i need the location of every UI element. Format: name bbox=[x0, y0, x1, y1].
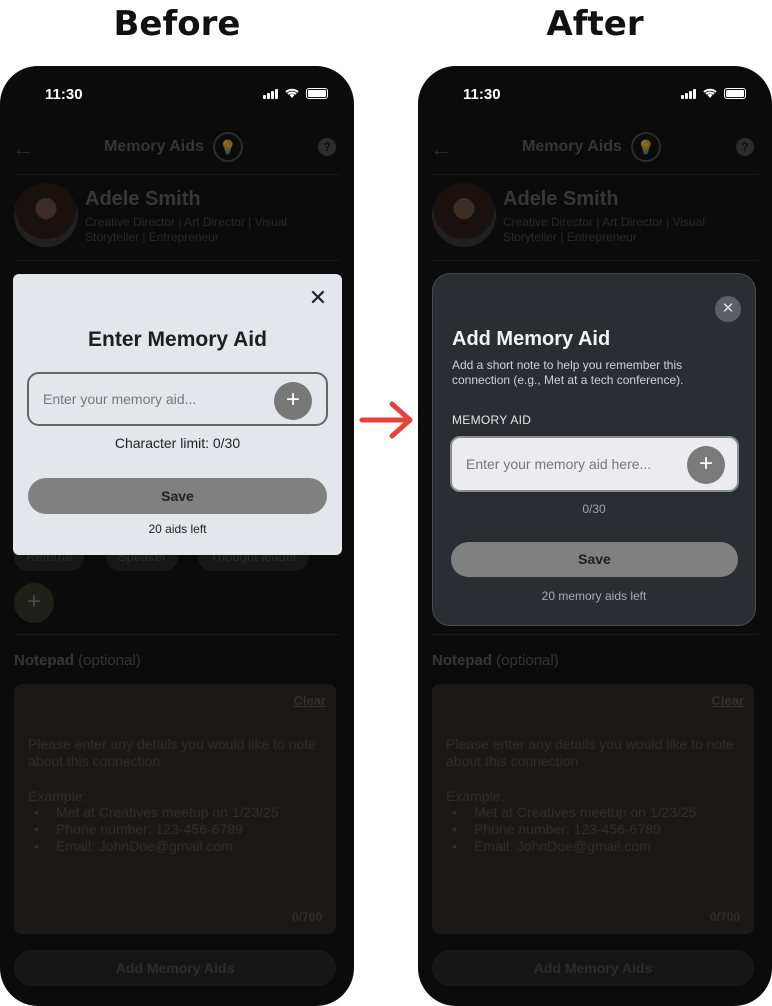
nav-title: Memory Aids bbox=[522, 138, 622, 155]
memory-aid-input[interactable]: Enter your memory aid... + bbox=[27, 372, 328, 426]
add-icon[interactable]: + bbox=[274, 382, 312, 420]
wifi-icon bbox=[703, 88, 717, 98]
input-placeholder: Enter your memory aid... bbox=[43, 391, 197, 407]
lightbulb-icon: 💡 bbox=[213, 132, 243, 162]
help-icon[interactable]: ? bbox=[736, 138, 754, 156]
add-memory-aids-button[interactable]: Add Memory Aids bbox=[432, 950, 754, 986]
profile-name: Adele Smith bbox=[503, 188, 619, 210]
memory-aid-modal-after: ✕ Add Memory Aid Add a short note to hel… bbox=[432, 273, 756, 626]
modal-title: Enter Memory Aid bbox=[88, 328, 267, 351]
back-arrow-icon[interactable]: ← bbox=[430, 136, 452, 162]
profile-title: Creative Director | Art Director | Visua… bbox=[85, 215, 288, 244]
notepad-example-label: Example: bbox=[28, 788, 87, 804]
status-time: 11:30 bbox=[463, 86, 501, 103]
phone-before: 11:30 ← Memory Aids 💡 ? Adele Smith Crea… bbox=[0, 66, 354, 1006]
notepad-bullets: Met at Creatives meetup on 1/23/25 Phone… bbox=[446, 804, 697, 855]
help-icon[interactable]: ? bbox=[318, 138, 336, 156]
character-count: 0/30 bbox=[582, 502, 606, 516]
before-heading: Before bbox=[113, 4, 241, 44]
input-placeholder: Enter your memory aid here... bbox=[466, 456, 652, 472]
notepad-label: Notepad (optional) bbox=[14, 652, 141, 669]
list-item: Met at Creatives meetup on 1/23/25 bbox=[28, 804, 279, 821]
notepad-placeholder: Please enter any details you would like … bbox=[28, 736, 316, 769]
cellular-signal-icon bbox=[263, 88, 278, 99]
modal-title: Add Memory Aid bbox=[452, 328, 611, 350]
memory-aid-input[interactable]: Enter your memory aid here... + bbox=[450, 436, 739, 492]
list-item: Met at Creatives meetup on 1/23/25 bbox=[446, 804, 697, 821]
notepad-optional: (optional) bbox=[496, 652, 559, 669]
notepad-bullets: Met at Creatives meetup on 1/23/25 Phone… bbox=[28, 804, 279, 855]
back-arrow-icon[interactable]: ← bbox=[12, 136, 34, 162]
notepad-label: Notepad (optional) bbox=[432, 652, 559, 669]
divider bbox=[432, 260, 758, 261]
nav-bar: ← Memory Aids 💡 ? bbox=[418, 132, 772, 162]
list-item: Email: JohnDoe@gmail.com bbox=[446, 838, 697, 855]
nav-bar: ← Memory Aids 💡 ? bbox=[0, 132, 354, 162]
list-item: Phone number: 123-456-6789 bbox=[446, 821, 697, 838]
clear-link[interactable]: Clear bbox=[293, 693, 326, 708]
close-icon[interactable]: ✕ bbox=[715, 296, 741, 322]
lightbulb-icon: 💡 bbox=[631, 132, 661, 162]
arrow-right-icon bbox=[359, 401, 413, 439]
memory-aid-field-label: MEMORY AID bbox=[452, 413, 532, 427]
save-button[interactable]: Save bbox=[28, 478, 327, 514]
divider bbox=[432, 634, 758, 635]
status-time: 11:30 bbox=[45, 86, 83, 103]
close-icon[interactable]: ✕ bbox=[308, 287, 328, 309]
notepad-label-text: Notepad bbox=[14, 652, 74, 669]
divider bbox=[14, 634, 340, 635]
cellular-signal-icon bbox=[681, 88, 696, 99]
notepad-optional: (optional) bbox=[78, 652, 141, 669]
add-memory-aids-button[interactable]: Add Memory Aids bbox=[14, 950, 336, 986]
save-button[interactable]: Save bbox=[451, 542, 738, 577]
modal-description: Add a short note to help you remember th… bbox=[452, 358, 684, 387]
avatar bbox=[432, 183, 496, 247]
after-heading: After bbox=[546, 4, 644, 44]
character-limit: Character limit: 0/30 bbox=[114, 435, 241, 451]
notepad-textarea[interactable]: Clear Please enter any details you would… bbox=[14, 684, 336, 934]
add-icon[interactable]: + bbox=[687, 446, 725, 484]
notepad-textarea[interactable]: Clear Please enter any details you would… bbox=[432, 684, 754, 934]
add-tag-button[interactable]: + bbox=[14, 583, 54, 623]
notepad-example-label: Example: bbox=[446, 788, 505, 804]
notepad-count: 0/700 bbox=[291, 910, 322, 924]
notepad-count: 0/700 bbox=[709, 910, 740, 924]
memory-aid-modal-before: ✕ Enter Memory Aid Enter your memory aid… bbox=[13, 274, 342, 555]
battery-icon bbox=[306, 87, 328, 99]
avatar bbox=[14, 183, 78, 247]
notepad-label-text: Notepad bbox=[432, 652, 492, 669]
status-icons bbox=[263, 87, 328, 99]
notepad-placeholder: Please enter any details you would like … bbox=[446, 736, 734, 769]
wifi-icon bbox=[285, 88, 299, 98]
nav-title: Memory Aids bbox=[104, 138, 204, 155]
list-item: Phone number: 123-456-6789 bbox=[28, 821, 279, 838]
battery-icon bbox=[724, 87, 746, 99]
divider bbox=[14, 174, 340, 175]
aids-left: 20 aids left bbox=[148, 522, 207, 536]
profile-title: Creative Director | Art Director | Visua… bbox=[503, 215, 706, 244]
profile-name: Adele Smith bbox=[85, 188, 201, 210]
list-item: Email: JohnDoe@gmail.com bbox=[28, 838, 279, 855]
status-icons bbox=[681, 87, 746, 99]
divider bbox=[14, 260, 340, 261]
divider bbox=[432, 174, 758, 175]
phone-after: 11:30 ← Memory Aids 💡 ? Adele Smith Crea… bbox=[418, 66, 772, 1006]
clear-link[interactable]: Clear bbox=[711, 693, 744, 708]
aids-left: 20 memory aids left bbox=[541, 589, 647, 603]
